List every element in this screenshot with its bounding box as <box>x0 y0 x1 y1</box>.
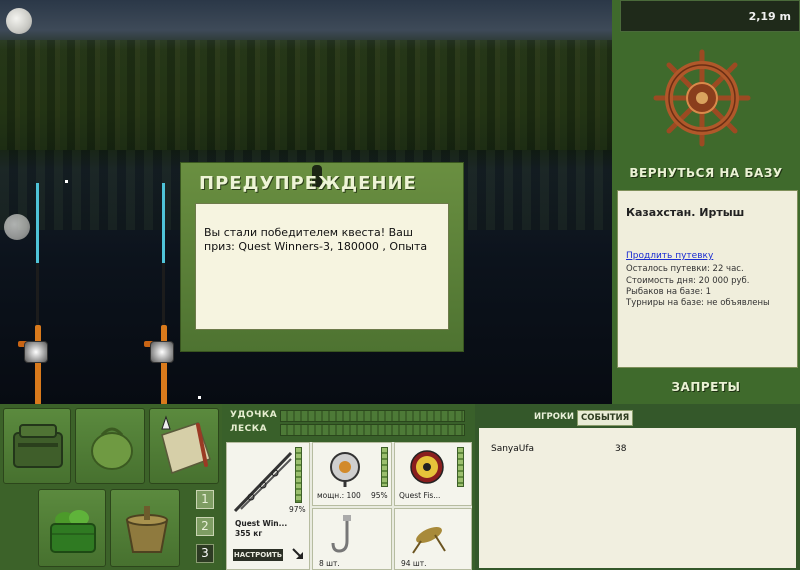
voucher-remaining: Осталось путевки: 22 час. <box>626 264 744 274</box>
tournaments-status: Турниры на базе: не объявлены <box>626 298 770 308</box>
line-cell[interactable]: Quest Fis... <box>394 442 472 506</box>
reel-icon <box>150 341 174 363</box>
reel-cell[interactable]: мощн.: 100 95% <box>312 442 392 506</box>
moon-reflection <box>4 214 30 240</box>
player-value: 38 <box>615 444 627 454</box>
warning-message: Вы стали победителем квеста! Ваш приз: Q… <box>204 226 428 253</box>
player-name[interactable]: SanyaUfa <box>491 444 534 454</box>
float-marker <box>65 180 68 183</box>
tackle-panel: УДОЧКА ЛЕСКА 97% Quest Win... 355 кг НАС… <box>222 404 475 570</box>
line-name: Quest Fis... <box>399 491 441 500</box>
depth-display: 2,19 m <box>620 0 800 32</box>
rod-tension-meter <box>280 410 465 422</box>
players-list: SanyaUfa 38 <box>479 428 796 568</box>
hook-cell[interactable]: 8 шт. <box>312 508 392 570</box>
reel-condition-bar <box>381 447 388 487</box>
map-icon <box>161 415 211 474</box>
rod-blank <box>36 263 39 325</box>
bans-button[interactable]: ЗАПРЕТЫ <box>612 380 800 394</box>
basket-icon <box>50 510 96 553</box>
tune-button[interactable]: НАСТРОИТЬ <box>233 549 283 561</box>
rod-condition-percent: 97% <box>289 505 306 514</box>
rod-icon <box>233 451 293 513</box>
float-marker <box>198 396 201 399</box>
ship-wheel-icon[interactable] <box>652 48 752 148</box>
rod-weight: 355 кг <box>235 529 263 538</box>
line-meter-label: ЛЕСКА <box>230 424 268 434</box>
inventory-page-1[interactable]: 1 <box>196 490 214 509</box>
inventory-page-2[interactable]: 2 <box>196 517 214 536</box>
reel-icon <box>330 452 360 487</box>
reel-icon <box>24 341 48 363</box>
warning-title: ПРЕДУПРЕЖДЕНИЕ <box>199 173 417 194</box>
bait-count: 94 шт. <box>401 559 427 568</box>
bucket-icon <box>125 506 169 553</box>
depth-value: 2,19 m <box>748 10 791 23</box>
reel-condition-percent: 95% <box>371 491 388 500</box>
fishing-line-spool-icon <box>410 450 444 484</box>
rod-condition-bar <box>295 447 302 503</box>
location-info-panel: Казахстан. Иртыш Продлить путевку Остало… <box>617 190 798 368</box>
tab-events[interactable]: СОБЫТИЯ <box>577 410 634 426</box>
moon-icon <box>6 8 32 34</box>
right-panel: 2,19 m ВЕРНУТЬСЯ НА БАЗУ Казахстан. Ирты… <box>612 0 800 404</box>
rod-meter-label: УДОЧКА <box>230 410 278 420</box>
return-to-base-button[interactable]: ВЕРНУТЬСЯ НА БАЗУ <box>612 166 800 180</box>
fish-bag-icon <box>91 427 133 470</box>
line-condition-bar <box>457 447 464 487</box>
rod-handle <box>35 325 41 404</box>
forest-shore <box>0 40 612 150</box>
tackle-box-icon <box>13 424 63 468</box>
rod-tip <box>162 183 165 263</box>
inventory-panel: 1 2 3 <box>0 404 222 570</box>
rod-blank <box>162 263 165 325</box>
arrow-down-right-icon[interactable] <box>291 547 305 561</box>
bait-cell[interactable]: 94 шт. <box>394 508 472 570</box>
inventory-page-3[interactable]: 3 <box>196 544 214 563</box>
hook-count: 8 шт. <box>319 559 340 568</box>
rod-tip <box>36 183 39 263</box>
rod-cell[interactable]: 97% Quest Win... 355 кг НАСТРОИТЬ <box>226 442 310 570</box>
map-slot[interactable] <box>149 408 219 484</box>
location-name: Казахстан. Иртыш <box>626 206 745 219</box>
tackle-grid: 97% Quest Win... 355 кг НАСТРОИТЬ мощн.:… <box>226 442 472 570</box>
rod-name: Quest Win... <box>235 519 288 528</box>
anglers-count: Рыбаков на базе: 1 <box>626 287 711 297</box>
tab-players[interactable]: ИГРОКИ <box>531 410 577 424</box>
line-tension-meter <box>280 424 465 436</box>
bag-slot[interactable] <box>75 408 145 484</box>
warning-dialog: ПРЕДУПРЕЖДЕНИЕ Вы стали победителем квес… <box>180 162 464 352</box>
day-cost: Стоимость дня: 20 000 руб. <box>626 276 750 286</box>
warning-message-box: Вы стали победителем квеста! Ваш приз: Q… <box>195 203 449 330</box>
reel-power: мощн.: 100 <box>317 491 361 500</box>
food-basket-slot[interactable] <box>38 489 106 567</box>
hook-icon <box>331 515 351 553</box>
bucket-slot[interactable] <box>110 489 180 567</box>
tackle-box-slot[interactable] <box>3 408 71 484</box>
players-panel: ИГРОКИ СОБЫТИЯ SanyaUfa 38 <box>475 404 800 570</box>
rod-handle <box>161 325 167 404</box>
extend-voucher-link[interactable]: Продлить путевку <box>626 251 713 261</box>
grasshopper-bait-icon <box>412 526 446 554</box>
